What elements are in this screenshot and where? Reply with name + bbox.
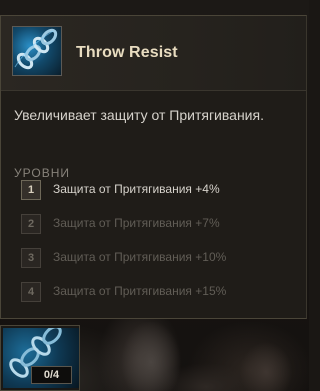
skill-tooltip: Throw Resist Увеличивает защиту от Притя… xyxy=(0,15,307,319)
level-number-badge: 2 xyxy=(21,214,41,234)
level-number-badge: 3 xyxy=(21,248,41,268)
level-number-badge: 1 xyxy=(21,180,41,200)
chain-icon xyxy=(12,26,62,76)
level-number-badge: 4 xyxy=(21,282,41,302)
level-bonus-text: Защита от Притягивания +10% xyxy=(53,250,227,264)
levels-list: 1 Защита от Притягивания +4% 2 Защита от… xyxy=(21,179,291,315)
level-bonus-text: Защита от Притягивания +4% xyxy=(53,182,220,196)
level-row-2: 2 Защита от Притягивания +7% xyxy=(21,213,291,247)
level-row-3: 3 Защита от Притягивания +10% xyxy=(21,247,291,281)
level-row-1: 1 Защита от Притягивания +4% xyxy=(21,179,291,213)
skill-description: Увеличивает защиту от Притягивания. xyxy=(14,107,264,123)
skill-title: Throw Resist xyxy=(76,44,178,61)
level-bonus-text: Защита от Притягивания +7% xyxy=(53,216,220,230)
level-row-4: 4 Защита от Притягивания +15% xyxy=(21,281,291,315)
skill-points-counter: 0/4 xyxy=(31,366,72,384)
tooltip-header: Throw Resist xyxy=(1,16,306,91)
levels-heading: УРОВНИ xyxy=(14,166,70,180)
level-bonus-text: Защита от Притягивания +15% xyxy=(53,284,227,298)
background-character xyxy=(96,322,309,391)
